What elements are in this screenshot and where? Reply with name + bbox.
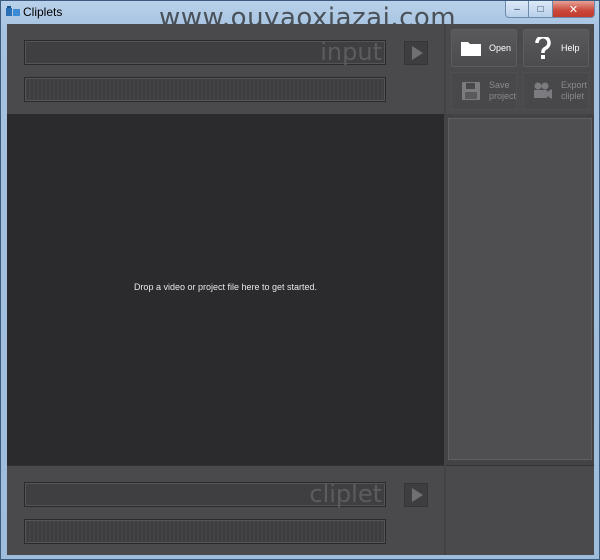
maximize-button[interactable]: □	[529, 1, 553, 18]
film-camera-icon	[531, 79, 555, 103]
help-button[interactable]: Help	[523, 29, 589, 67]
folder-icon	[459, 36, 483, 60]
client-area: input Drop a video or project file here …	[7, 24, 594, 555]
open-label: Open	[489, 42, 512, 53]
save-label-line2: project	[489, 91, 517, 101]
minimize-button[interactable]: –	[505, 1, 529, 18]
sidebar-bottom-panel	[446, 465, 594, 555]
export-label-line2: cliplet	[561, 91, 585, 101]
app-window: Cliplets www.ouyaoxiazai.com – □ ✕ input…	[0, 0, 600, 560]
window-title: Cliplets	[23, 5, 63, 19]
close-button[interactable]: ✕	[553, 1, 595, 18]
open-button[interactable]: Open	[451, 29, 517, 67]
input-label: input	[320, 38, 382, 66]
cliplet-label: cliplet	[309, 480, 382, 508]
cliplets-app-icon	[6, 5, 20, 17]
cliplet-layer-track[interactable]	[24, 519, 386, 544]
play-icon	[412, 46, 423, 60]
window-controls: – □ ✕	[505, 1, 595, 18]
play-icon	[412, 488, 423, 502]
input-play-button[interactable]	[404, 41, 428, 65]
layers-panel	[448, 118, 592, 460]
output-panel: cliplet	[7, 465, 444, 555]
drop-message: Drop a video or project file here to get…	[133, 282, 318, 292]
export-cliplet-button[interactable]: Export cliplet	[523, 72, 589, 110]
save-project-button[interactable]: Save project	[451, 72, 517, 110]
save-label-line1: Save	[489, 80, 510, 90]
input-panel: input	[7, 24, 444, 114]
cliplet-play-button[interactable]	[404, 483, 428, 507]
title-bar[interactable]: Cliplets www.ouyaoxiazai.com – □ ✕	[1, 1, 599, 33]
export-label-line1: Export	[561, 80, 588, 90]
toolbar-panel: Open Help Save project Export cliplet	[446, 24, 594, 114]
floppy-disk-icon	[459, 79, 483, 103]
input-layer-track[interactable]	[24, 77, 386, 102]
question-icon	[531, 36, 555, 60]
video-drop-area[interactable]: Drop a video or project file here to get…	[7, 114, 444, 465]
help-label: Help	[561, 42, 580, 53]
